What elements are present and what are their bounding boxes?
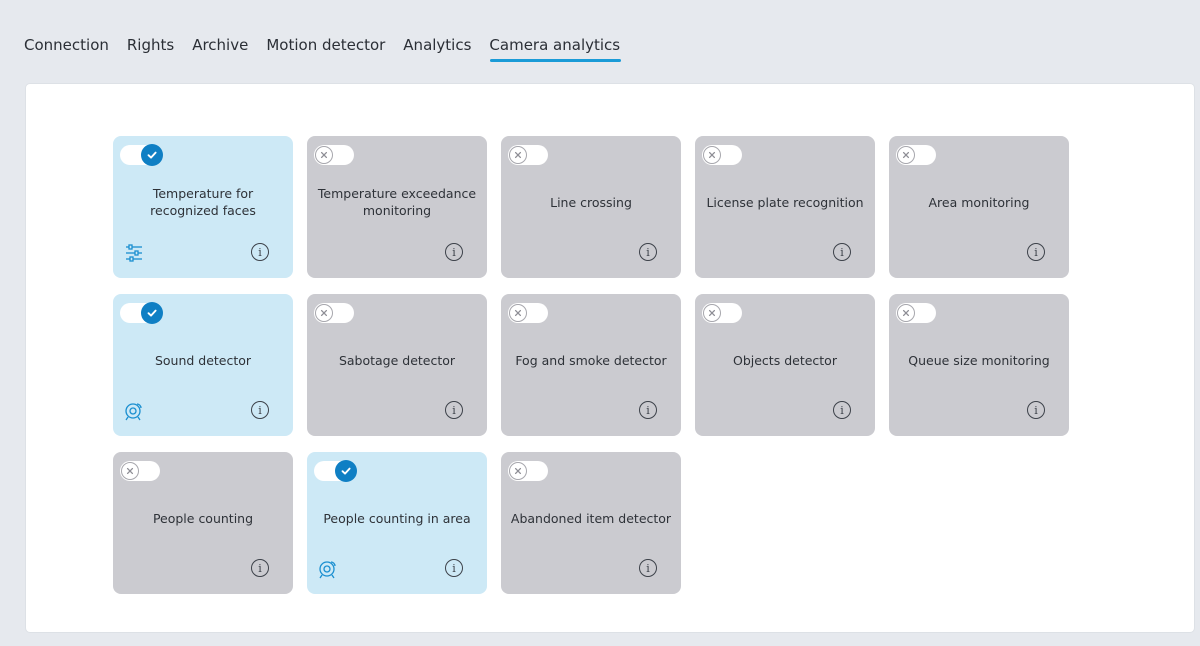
tab-archive[interactable]: Archive bbox=[183, 32, 257, 64]
analytics-card-label: People counting bbox=[152, 510, 254, 526]
tab-analytics[interactable]: Analytics bbox=[394, 32, 480, 64]
enable-toggle[interactable] bbox=[702, 303, 742, 323]
checkmark-icon bbox=[141, 302, 163, 324]
info-icon[interactable]: i bbox=[833, 243, 851, 261]
analytics-card[interactable]: People counting in area i bbox=[307, 452, 487, 594]
analytics-card[interactable]: People counting i bbox=[113, 452, 293, 594]
analytics-card[interactable]: Temperature exceedance monitoring i bbox=[307, 136, 487, 278]
close-icon bbox=[315, 304, 333, 322]
analytics-card[interactable]: Fog and smoke detector i bbox=[501, 294, 681, 436]
tab-rights[interactable]: Rights bbox=[118, 32, 183, 64]
checkmark-icon bbox=[335, 460, 357, 482]
analytics-card-label: Area monitoring bbox=[928, 194, 1030, 210]
sliders-icon[interactable] bbox=[123, 242, 145, 264]
tab-camera-analytics[interactable]: Camera analytics bbox=[480, 32, 629, 64]
enable-toggle[interactable] bbox=[702, 145, 742, 165]
camera-settings-icon[interactable] bbox=[123, 400, 145, 422]
analytics-card[interactable]: Queue size monitoring i bbox=[889, 294, 1069, 436]
info-icon[interactable]: i bbox=[1027, 401, 1045, 419]
info-icon[interactable]: i bbox=[251, 401, 269, 419]
enable-toggle[interactable] bbox=[896, 145, 936, 165]
enable-toggle[interactable] bbox=[508, 145, 548, 165]
analytics-card-label: Sound detector bbox=[154, 352, 252, 368]
analytics-card[interactable]: Abandoned item detector i bbox=[501, 452, 681, 594]
analytics-card-label: Objects detector bbox=[733, 352, 837, 368]
enable-toggle[interactable] bbox=[314, 145, 354, 165]
analytics-card-label: People counting in area bbox=[323, 510, 471, 526]
close-icon bbox=[509, 146, 527, 164]
close-icon bbox=[315, 146, 333, 164]
enable-toggle[interactable] bbox=[120, 302, 163, 324]
analytics-card[interactable]: Line crossing i bbox=[501, 136, 681, 278]
tab-bar: Connection Rights Archive Motion detecto… bbox=[6, 32, 629, 68]
camera-settings-window: Connection Rights Archive Motion detecto… bbox=[6, 0, 1200, 646]
info-icon[interactable]: i bbox=[251, 559, 269, 577]
enable-toggle[interactable] bbox=[896, 303, 936, 323]
analytics-card[interactable]: Sabotage detector i bbox=[307, 294, 487, 436]
close-icon bbox=[121, 462, 139, 480]
analytics-card-label: Queue size monitoring bbox=[908, 352, 1050, 368]
analytics-card-grid: Temperature for recognized faces i Tempera… bbox=[113, 136, 1069, 594]
checkmark-icon bbox=[141, 144, 163, 166]
enable-toggle[interactable] bbox=[314, 303, 354, 323]
analytics-card[interactable]: License plate recognition i bbox=[695, 136, 875, 278]
info-icon[interactable]: i bbox=[639, 243, 657, 261]
analytics-card[interactable]: Sound detector i bbox=[113, 294, 293, 436]
analytics-card[interactable]: Temperature for recognized faces i bbox=[113, 136, 293, 278]
close-icon bbox=[509, 462, 527, 480]
analytics-card-label: Temperature exceedance monitoring bbox=[317, 186, 477, 218]
info-icon[interactable]: i bbox=[445, 401, 463, 419]
close-icon bbox=[509, 304, 527, 322]
info-icon[interactable]: i bbox=[639, 401, 657, 419]
tab-motion-detector[interactable]: Motion detector bbox=[257, 32, 394, 64]
tab-connection[interactable]: Connection bbox=[6, 32, 118, 64]
analytics-card[interactable]: Objects detector i bbox=[695, 294, 875, 436]
enable-toggle[interactable] bbox=[120, 144, 163, 166]
analytics-card-label: License plate recognition bbox=[706, 194, 864, 210]
info-icon[interactable]: i bbox=[445, 559, 463, 577]
info-icon[interactable]: i bbox=[1027, 243, 1045, 261]
analytics-card[interactable]: Area monitoring i bbox=[889, 136, 1069, 278]
analytics-card-label: Abandoned item detector bbox=[510, 510, 672, 526]
analytics-card-label: Line crossing bbox=[550, 194, 632, 210]
close-icon bbox=[897, 304, 915, 322]
info-icon[interactable]: i bbox=[445, 243, 463, 261]
analytics-card-label: Temperature for recognized faces bbox=[150, 186, 256, 218]
camera-settings-icon[interactable] bbox=[317, 558, 339, 580]
close-icon bbox=[897, 146, 915, 164]
info-icon[interactable]: i bbox=[639, 559, 657, 577]
close-icon bbox=[703, 146, 721, 164]
enable-toggle[interactable] bbox=[120, 461, 160, 481]
close-icon bbox=[703, 304, 721, 322]
info-icon[interactable]: i bbox=[251, 243, 269, 261]
analytics-card-label: Sabotage detector bbox=[338, 352, 456, 368]
enable-toggle[interactable] bbox=[508, 461, 548, 481]
analytics-card-label: Fog and smoke detector bbox=[515, 352, 667, 368]
enable-toggle[interactable] bbox=[508, 303, 548, 323]
camera-analytics-panel: Temperature for recognized faces i Tempera… bbox=[26, 84, 1194, 632]
info-icon[interactable]: i bbox=[833, 401, 851, 419]
enable-toggle[interactable] bbox=[314, 460, 357, 482]
